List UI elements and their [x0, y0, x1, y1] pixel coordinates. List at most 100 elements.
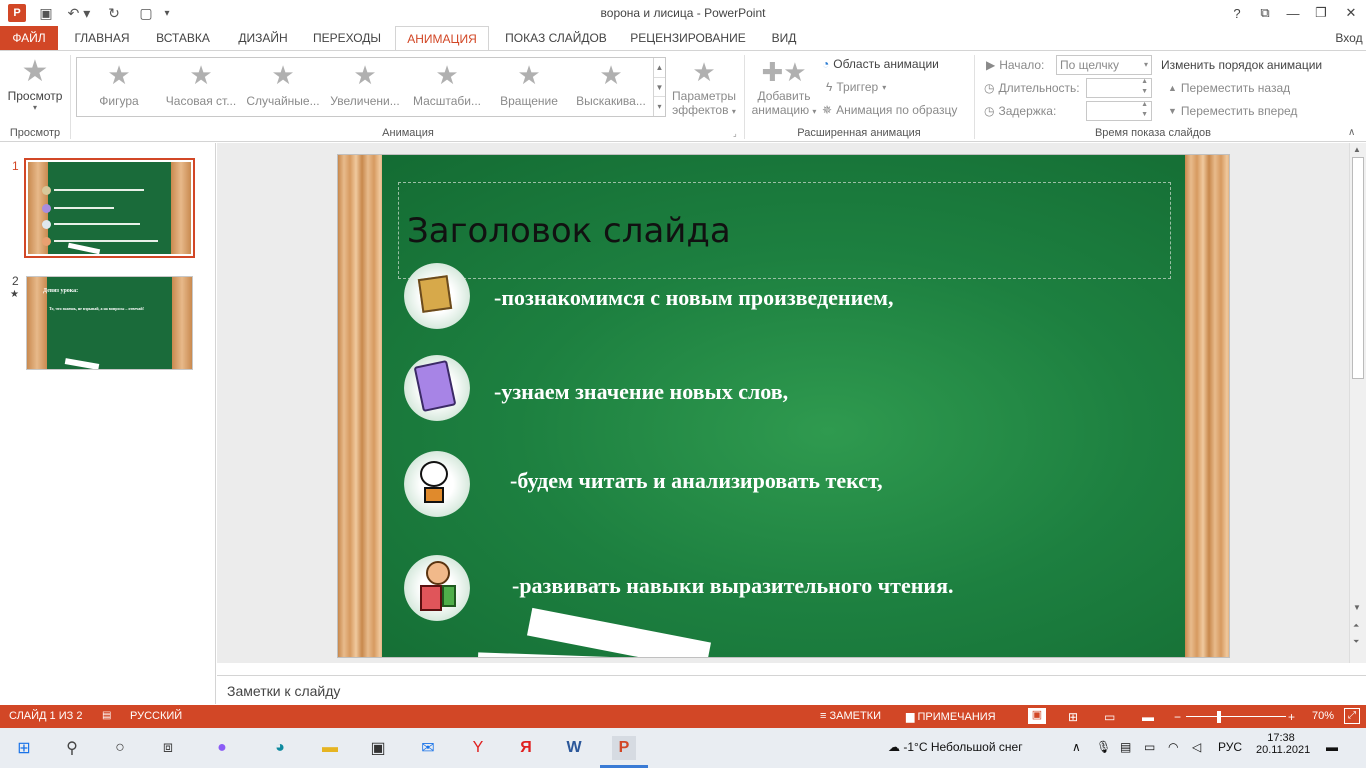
tab-home[interactable]: ГЛАВНАЯ — [66, 26, 138, 50]
gallery-item-bounce[interactable]: ★ Выскакива... — [571, 62, 651, 114]
thumbnail-slide-2[interactable]: Девиз урока: То, что знаешь, не взрывай,… — [26, 276, 193, 370]
delay-spinner[interactable]: ▲ ▼ — [1086, 101, 1152, 121]
move-later-label: Переместить вперед — [1180, 104, 1298, 118]
tab-slideshow[interactable]: ПОКАЗ СЛАЙДОВ — [496, 26, 616, 50]
gallery-up-icon[interactable]: ▲ — [654, 58, 665, 77]
slideshow-view-icon[interactable]: ▬ — [1142, 710, 1154, 724]
file-explorer-icon[interactable]: ▬ — [318, 736, 342, 760]
yandex-icon[interactable]: Я — [514, 736, 538, 760]
edge-browser-icon[interactable]: ◕ — [268, 736, 292, 760]
spinner-arrows-icon[interactable]: ▲ ▼ — [1141, 100, 1148, 120]
scroll-up-icon[interactable]: ▲ — [1353, 145, 1361, 154]
word-icon[interactable]: W — [562, 736, 586, 760]
zoom-slider-track[interactable] — [1186, 716, 1286, 717]
minimize-icon[interactable]: — — [1278, 0, 1308, 26]
slide-canvas[interactable]: Заголовок слайда -познакомимся с новым п… — [337, 154, 1230, 658]
restore-icon[interactable]: ❐ — [1306, 0, 1336, 26]
notes-toggle[interactable]: ≡ ЗАМЕТКИ — [820, 710, 881, 722]
tab-insert[interactable]: ВСТАВКА — [148, 26, 218, 50]
windows-start-icon[interactable]: ⊞ — [12, 736, 36, 760]
battery-icon[interactable]: ▭ — [1144, 740, 1155, 754]
weather-widget[interactable]: ☁ -1°C Небольшой снег — [888, 740, 1023, 754]
thumbnail-number: 2 — [12, 274, 19, 288]
editor-vertical-scrollbar[interactable]: ▲ ▼ ⏶ ⏷ — [1349, 143, 1366, 663]
tab-animations[interactable]: АНИМАЦИЯ — [395, 26, 489, 51]
next-slide-icon[interactable]: ⏷ — [1353, 637, 1359, 647]
gallery-more-icon[interactable]: ▾ — [654, 96, 665, 115]
preview-button[interactable]: ★ Просмотр ▾ — [4, 55, 66, 121]
scroll-thumb[interactable] — [1352, 157, 1364, 379]
spellcheck-icon[interactable]: ▤ — [102, 710, 111, 721]
duration-spinner[interactable]: ▲ ▼ — [1086, 78, 1152, 98]
add-animation-button[interactable]: ✚★ Добавить анимацию ▾ — [750, 55, 818, 125]
mail-icon[interactable]: ✉ — [416, 736, 440, 760]
clock[interactable]: 17:38 20.11.2021 — [1256, 732, 1310, 756]
start-select[interactable]: По щелчку ▾ — [1056, 55, 1152, 75]
notifications-icon[interactable]: ▬ — [1326, 740, 1338, 754]
thumbnail-slide-1[interactable] — [24, 158, 195, 258]
undo-icon[interactable]: ↶ ▾ — [64, 3, 94, 23]
move-earlier-button[interactable]: ▲ Переместить назад — [1168, 81, 1290, 95]
collapse-ribbon-icon[interactable]: ∧ — [1348, 127, 1355, 138]
close-icon[interactable]: ✕ — [1336, 0, 1366, 26]
notes-pane[interactable]: Заметки к слайду — [217, 675, 1366, 705]
dialog-launcher-icon[interactable]: ⌟ — [733, 129, 737, 138]
gallery-item-shape[interactable]: ★ Фигура — [79, 62, 159, 114]
zoom-slider-thumb[interactable] — [1217, 711, 1221, 723]
previous-slide-icon[interactable]: ⏶ — [1353, 621, 1359, 631]
zoom-in-button[interactable]: + — [1288, 710, 1295, 724]
tab-design[interactable]: ДИЗАЙН — [228, 26, 298, 50]
spinner-arrows-icon[interactable]: ▲ ▼ — [1141, 77, 1148, 97]
help-button[interactable]: ? — [1222, 0, 1252, 26]
language-indicator[interactable]: РУССКИЙ — [130, 710, 182, 722]
redo-icon[interactable]: ↻ — [104, 3, 124, 23]
fit-to-window-icon[interactable]: ⤢ — [1344, 708, 1360, 724]
search-icon[interactable]: ⚲ — [60, 736, 84, 760]
zoom-level[interactable]: 70% — [1312, 710, 1334, 722]
task-view-icon[interactable]: ⧈ — [156, 736, 180, 760]
start-slideshow-icon[interactable]: ▢ — [134, 3, 158, 23]
zoom-out-button[interactable]: − — [1174, 710, 1181, 724]
notebook-shape — [413, 359, 457, 413]
input-language[interactable]: РУС — [1218, 740, 1242, 754]
ribbon-display-icon[interactable]: ⧉ — [1250, 0, 1280, 26]
move-later-button[interactable]: ▼ Переместить вперед — [1168, 104, 1297, 118]
ribbon: ★ Просмотр ▾ Просмотр ★ Фигура ★ Часовая… — [0, 50, 1366, 142]
store-icon[interactable]: ▣ — [366, 736, 390, 760]
show-hidden-icons[interactable]: ∧ — [1072, 740, 1081, 754]
effect-options-button[interactable]: ★ Параметры эффектов ▾ — [670, 55, 738, 125]
tab-transitions[interactable]: ПЕРЕХОДЫ — [306, 26, 388, 50]
normal-view-icon[interactable]: ▣ — [1028, 708, 1046, 724]
signin-link[interactable]: Вход — [1332, 26, 1366, 50]
volume-icon[interactable]: ◁ — [1192, 740, 1201, 754]
gallery-down-icon[interactable]: ▼ — [654, 77, 665, 96]
title-placeholder[interactable]: Заголовок слайда — [398, 182, 1171, 279]
save-icon[interactable]: ▣ — [36, 3, 56, 23]
comments-toggle[interactable]: ▆ ПРИМЕЧАНИЯ — [906, 710, 996, 723]
customize-qat-icon[interactable]: ▾ — [160, 3, 174, 23]
tab-view[interactable]: ВИД — [760, 26, 808, 50]
animation-pane-button[interactable]: ◔ Область анимации — [822, 57, 939, 71]
wifi-icon[interactable]: ◠ — [1168, 740, 1178, 754]
yandex-browser-icon[interactable]: Y — [466, 736, 490, 760]
tab-review[interactable]: РЕЦЕНЗИРОВАНИЕ — [626, 26, 750, 50]
move-earlier-label: Переместить назад — [1180, 81, 1291, 95]
powerpoint-app-icon[interactable]: P — [8, 4, 26, 22]
microphone-icon[interactable]: 🎙 — [1096, 740, 1111, 754]
scroll-down-icon[interactable]: ▼ — [1353, 603, 1361, 612]
animation-painter-button[interactable]: ✵ Анимация по образцу — [822, 103, 957, 117]
tab-file[interactable]: ФАЙЛ — [0, 26, 58, 50]
gallery-scrollbar[interactable]: ▲ ▼ ▾ — [653, 58, 665, 116]
trigger-button[interactable]: ϟ Триггер ▾ — [826, 80, 886, 94]
gallery-item-random-bars[interactable]: ★ Случайные... — [243, 62, 323, 114]
gallery-item-grow[interactable]: ★ Увеличени... — [325, 62, 405, 114]
gallery-item-wheel[interactable]: ★ Часовая ст... — [161, 62, 241, 114]
cortana-icon[interactable]: ○ — [108, 736, 132, 760]
slide-sorter-icon[interactable]: ⊞ — [1068, 710, 1078, 724]
network-icon[interactable]: ▤ — [1120, 740, 1131, 754]
gallery-item-zoom[interactable]: ★ Масштаби... — [407, 62, 487, 114]
gallery-item-swivel[interactable]: ★ Вращение — [489, 62, 569, 114]
alice-assistant-icon[interactable]: ● — [210, 736, 234, 760]
powerpoint-taskbar-icon[interactable]: P — [612, 736, 636, 760]
reading-view-icon[interactable]: ▭ — [1104, 710, 1115, 724]
